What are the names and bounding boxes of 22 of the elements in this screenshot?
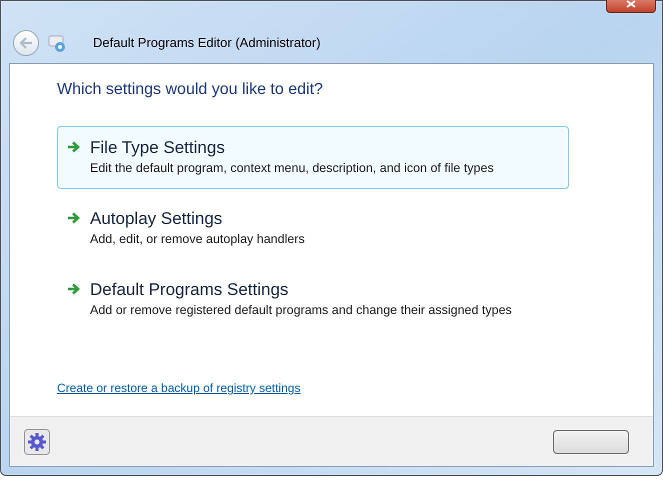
option-title: Default Programs Settings	[90, 279, 290, 301]
option-description: Add, edit, or remove autoplay handlers	[90, 231, 305, 248]
backup-link[interactable]: Create or restore a backup of registry settings	[57, 381, 300, 395]
back-arrow-icon	[19, 37, 33, 49]
option-title: File Type Settings	[90, 137, 226, 159]
window-title: Default Programs Editor (Administrator)	[93, 34, 321, 52]
arrow-icon	[67, 141, 80, 153]
dialog-button[interactable]	[553, 430, 629, 454]
option-description: Add or remove registered default programs and change their assigned types	[90, 302, 512, 319]
option-title: Autoplay Settings	[90, 208, 224, 230]
settings-option[interactable]: Default Programs Settings Add or remove registered default programs and change their assigned types	[57, 268, 569, 331]
close-icon	[626, 0, 636, 8]
settings-option[interactable]: File Type Settings Edit the default program, context menu, description, and icon of file types	[57, 126, 569, 189]
option-description: Edit the default program, context menu, description, and icon of file types	[90, 160, 494, 177]
app-icon	[47, 33, 67, 53]
page-heading: Which settings would you like to edit?	[57, 80, 324, 100]
settings-option[interactable]: Autoplay Settings Add, edit, or remove autoplay handlers	[57, 197, 569, 260]
settings-button[interactable]	[24, 428, 50, 454]
gear-icon	[27, 432, 47, 452]
arrow-icon	[67, 283, 80, 295]
arrow-icon	[67, 212, 80, 224]
close-button[interactable]	[606, 0, 656, 13]
